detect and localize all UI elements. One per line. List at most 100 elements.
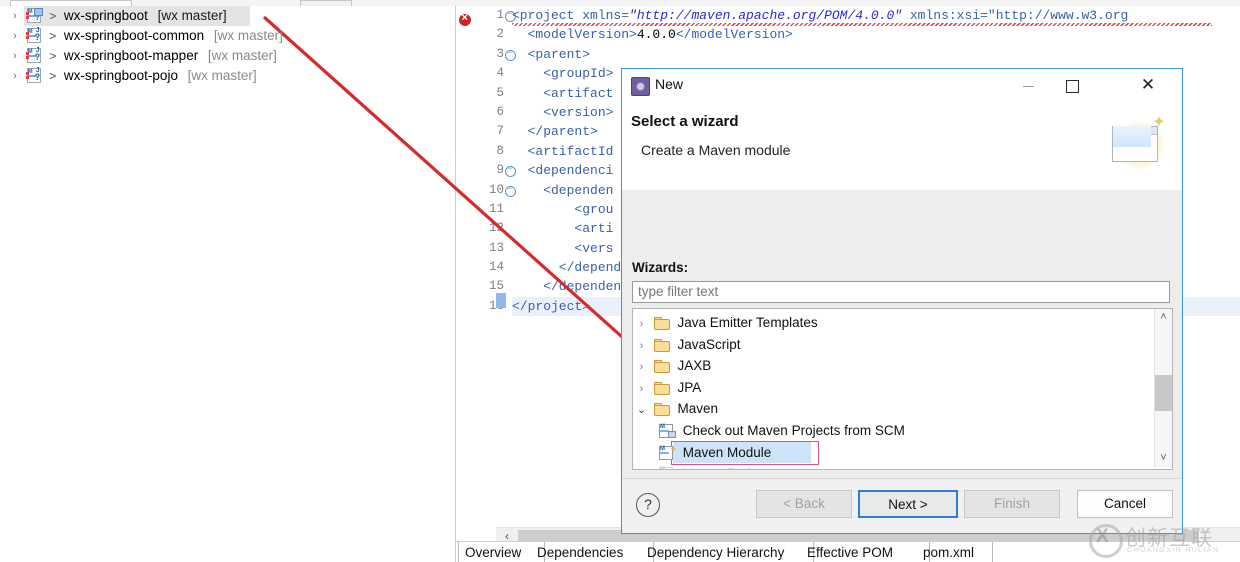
dialog-title: New — [655, 76, 684, 92]
tree-item-check-out-maven-projects-from-scm[interactable]: M Check out Maven Projects from SCM — [633, 420, 1172, 442]
dialog-header: Select a wizard Create a Maven module ✦ — [622, 102, 1182, 191]
error-icon[interactable] — [459, 12, 471, 26]
wizard-tree-scrollbar[interactable]: ˄ ˅ — [1154, 309, 1172, 467]
wizard-icon — [631, 77, 650, 96]
finish-button: Finish — [964, 490, 1060, 518]
marker-ruler[interactable] — [456, 6, 475, 524]
error-squiggle — [512, 23, 1212, 26]
expand-twisty-icon[interactable]: › — [8, 66, 22, 86]
tree-item-javascript[interactable]: › JavaScript — [633, 334, 1172, 356]
tree-item-label: JavaScript — [677, 336, 741, 352]
tree-item-label: Java Emitter Templates — [677, 315, 818, 330]
tree-item-project[interactable]: › M ? > wx-springboot [wx master] — [0, 6, 455, 26]
expand-twisty-icon[interactable]: › — [8, 26, 22, 46]
watermark-pinyin-text: CHUANGXIN HULIAN — [1127, 545, 1220, 554]
project-branch: [wx master] — [213, 28, 283, 43]
expand-twisty-icon[interactable]: › — [633, 314, 650, 336]
dialog-heading: Select a wizard — [631, 113, 739, 130]
maven-scm-icon: M — [659, 423, 676, 438]
tab-pom-xml[interactable]: pom.xml — [917, 542, 993, 562]
tree-item-label: Maven Module — [682, 444, 772, 460]
folder-open-icon — [653, 403, 670, 417]
project-name: wx-springboot-pojo — [63, 68, 178, 83]
line-number: 10 — [488, 182, 504, 197]
maven-project-icon: M ? J — [25, 47, 41, 63]
tree-item-label: Check out Maven Projects from SCM — [682, 422, 905, 438]
tree-item-project[interactable]: › M ? J > wx-springboot-common [wx master… — [0, 26, 455, 46]
next-button[interactable]: Next > — [858, 490, 958, 518]
code-line: <parent> — [512, 46, 591, 62]
tree-item-jpa[interactable]: › JPA — [633, 377, 1172, 399]
line-number: 14 — [488, 260, 504, 275]
tree-item-maven[interactable]: ⌄ Maven — [633, 398, 1172, 420]
expand-twisty-icon[interactable]: › — [633, 357, 650, 379]
line-number: 8 — [496, 143, 504, 158]
wizard-banner-icon: ✦ — [1110, 115, 1168, 172]
maven-project-wizard-icon: M — [659, 467, 674, 469]
tab-effective-pom[interactable]: Effective POM — [801, 542, 930, 562]
tree-item-jaxb[interactable]: › JAXB — [633, 355, 1172, 377]
dialog-subheading: Create a Maven module — [641, 142, 791, 158]
tree-item-java-emitter-templates[interactable]: › Java Emitter Templates — [633, 312, 1172, 334]
back-button: < Back — [756, 490, 852, 518]
wizard-tree[interactable]: › Java Emitter Templates › JavaScript › … — [632, 308, 1173, 470]
application-window: › M ? > wx-springboot [wx master] › M ? J… — [0, 0, 1240, 562]
close-button[interactable]: ✕ — [1126, 69, 1170, 101]
line-number: 13 — [488, 240, 504, 255]
maximize-button[interactable] — [1050, 69, 1094, 101]
line-number: 3 — [496, 46, 504, 61]
tree-item-label: Maven — [677, 401, 719, 417]
project-name: wx-springboot — [63, 8, 148, 23]
line-number-ruler: 1 2 3 4 5 6 7 8 9 10 11 12 13 14 15 16 — [474, 6, 508, 524]
line-number: 6 — [496, 104, 504, 119]
folder-icon — [653, 360, 670, 374]
tree-chevron-icon: > — [49, 9, 57, 23]
expand-twisty-icon[interactable]: › — [8, 46, 22, 66]
project-branch: [wx master] — [207, 48, 277, 63]
tab-dependencies[interactable]: Dependencies — [531, 542, 654, 562]
cancel-button[interactable]: Cancel — [1077, 490, 1173, 518]
dialog-body: Wizards: type filter text › Java Emitter… — [622, 190, 1182, 478]
line-number: 4 — [496, 66, 504, 81]
minimize-button[interactable] — [1006, 69, 1050, 101]
expand-twisty-icon[interactable]: › — [633, 336, 650, 358]
tree-item-maven-module[interactable]: M ✦ Maven Module — [633, 440, 1172, 465]
new-wizard-dialog: New ✕ Select a wizard Create a Maven mod… — [621, 68, 1183, 534]
watermark-mark: X — [1096, 526, 1109, 547]
line-number: 7 — [496, 124, 504, 139]
tree-item-project[interactable]: › M ? J > wx-springboot-mapper [wx master… — [0, 46, 455, 66]
line-number: 12 — [488, 221, 504, 236]
expand-twisty-icon[interactable]: › — [8, 6, 22, 26]
tree-item-label: Maven Project — [683, 466, 769, 469]
collapse-twisty-icon[interactable]: ⌄ — [633, 400, 650, 422]
maven-module-icon: M ✦ — [659, 444, 677, 460]
tab-dependency-hierarchy[interactable]: Dependency Hierarchy — [641, 542, 814, 562]
maven-project-icon: M ? J — [25, 67, 41, 83]
wizards-label: Wizards: — [632, 260, 689, 275]
tree-item-label: JPA — [677, 379, 702, 395]
tree-item-maven-project[interactable]: M Maven Project — [633, 463, 1172, 469]
line-number: 11 — [488, 201, 504, 216]
filter-input[interactable]: type filter text — [632, 281, 1170, 303]
scroll-down-arrow-icon[interactable]: ˅ — [1155, 450, 1172, 467]
scrollbar-thumb[interactable] — [1155, 375, 1172, 411]
folder-icon — [653, 381, 670, 395]
tree-item-project[interactable]: › M ? J > wx-springboot-pojo [wx master] — [0, 66, 455, 86]
current-line-marker — [496, 293, 506, 308]
tree-chevron-icon: > — [49, 49, 57, 63]
folder-icon — [653, 317, 670, 330]
help-button[interactable]: ? — [636, 493, 660, 517]
folder-icon — [653, 338, 670, 352]
maven-project-icon: M ? — [25, 7, 44, 23]
line-number: 1 — [496, 8, 504, 22]
dialog-title-bar[interactable]: New ✕ — [622, 69, 1182, 102]
project-name: wx-springboot-common — [63, 28, 205, 43]
scroll-up-arrow-icon[interactable]: ˄ — [1155, 309, 1172, 326]
maven-project-icon: M ? J — [25, 27, 41, 43]
tree-chevron-icon: > — [49, 69, 57, 83]
line-number: 2 — [496, 27, 504, 42]
line-number: 5 — [496, 85, 504, 100]
watermark: X 创新互联 CHUANGXIN HULIAN — [1087, 518, 1237, 558]
package-explorer: › M ? > wx-springboot [wx master] › M ? J… — [0, 6, 456, 562]
expand-twisty-icon[interactable]: › — [633, 379, 650, 401]
